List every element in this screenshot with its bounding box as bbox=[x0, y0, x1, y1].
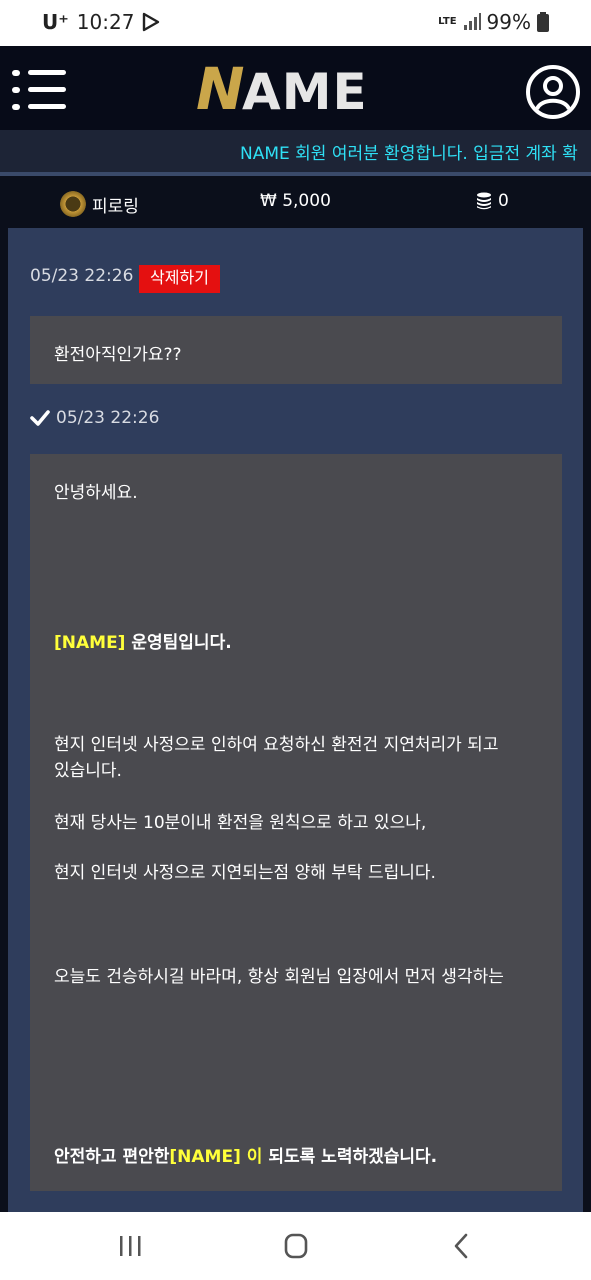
points-label: 0 bbox=[498, 191, 509, 211]
app-header: N AME bbox=[0, 46, 591, 130]
answer-line-4: 현지 인터넷 사정으로 지연되는점 양해 부탁 드립니다. bbox=[54, 863, 436, 883]
user-info-bar: 피로링 ₩ 5,000 0 bbox=[0, 176, 591, 228]
notice-marquee: NAME 회원 여러분 환영합니다. 입금전 계좌 확 bbox=[0, 130, 591, 172]
answer-team-line: [NAME] 운영팀입니다. bbox=[54, 630, 232, 656]
play-store-icon bbox=[143, 12, 160, 32]
battery-label: 99% bbox=[486, 10, 531, 34]
answer-closing: 안전하고 편안한[NAME] 이 되도록 노력하겠습니다. bbox=[54, 1144, 437, 1170]
menu-button[interactable] bbox=[12, 66, 68, 114]
answer-greeting: 안녕하세요. bbox=[54, 483, 138, 503]
lte-icon: LTE bbox=[438, 16, 457, 27]
answer-line-2: 있습니다. bbox=[54, 761, 122, 781]
home-icon[interactable] bbox=[276, 1230, 316, 1262]
question-message: 환전아직인가요?? bbox=[30, 316, 562, 384]
checkmark-icon bbox=[30, 410, 50, 426]
answer-meta: 05/23 22:26 bbox=[30, 408, 159, 428]
logo-letter-n: N bbox=[196, 55, 245, 123]
team-name: [NAME] bbox=[54, 633, 126, 653]
signal-icon bbox=[463, 13, 481, 30]
balance-label: ₩ 5,000 bbox=[260, 191, 331, 211]
user-profile-icon[interactable] bbox=[525, 64, 581, 120]
menu-icon bbox=[12, 70, 68, 76]
logo-text: AME bbox=[242, 63, 368, 121]
status-bar: U⁺ 10:27 LTE 99% bbox=[0, 0, 591, 46]
site-logo[interactable]: N AME bbox=[196, 58, 396, 120]
answer-line-5: 오늘도 건승하시길 바라며, 항상 회원님 입장에서 먼저 생각하는 bbox=[54, 967, 504, 987]
back-icon[interactable] bbox=[442, 1230, 482, 1262]
closing-suffix: 되도록 노력하겠습니다. bbox=[262, 1147, 438, 1167]
delete-button[interactable]: 삭제하기 bbox=[139, 265, 220, 293]
answer-line-1: 현지 인터넷 사정으로 인하여 요청하신 환전건 지연처리가 되고 bbox=[54, 735, 499, 755]
status-left: U⁺ 10:27 bbox=[42, 10, 160, 34]
answer-message: 안녕하세요. [NAME] 운영팀입니다. 현지 인터넷 사정으로 인하여 요청… bbox=[30, 454, 562, 1191]
carrier-label: U⁺ bbox=[42, 10, 69, 34]
closing-name: [NAME] 이 bbox=[169, 1147, 263, 1167]
closing-prefix: 안전하고 편안한 bbox=[54, 1147, 170, 1167]
answer-datetime: 05/23 22:26 bbox=[56, 408, 160, 428]
system-nav-bar bbox=[0, 1212, 591, 1280]
rank-label: 피로링 bbox=[92, 196, 139, 217]
team-suffix: 운영팀입니다. bbox=[125, 633, 232, 653]
recent-apps-icon[interactable] bbox=[110, 1230, 150, 1262]
rank-info: 피로링 bbox=[60, 191, 139, 217]
points-info: 0 bbox=[476, 191, 509, 211]
clock: 10:27 bbox=[76, 10, 135, 34]
question-text: 환전아직인가요?? bbox=[54, 345, 182, 365]
coin-stack-icon bbox=[477, 192, 491, 210]
question-datetime: 05/23 22:26 bbox=[30, 266, 134, 286]
answer-line-3: 현재 당사는 10분이내 환전을 원칙으로 하고 있으나, bbox=[54, 813, 427, 833]
marquee-text: NAME 회원 여러분 환영합니다. 입금전 계좌 확 bbox=[240, 144, 578, 164]
rank-badge-icon bbox=[60, 191, 86, 217]
status-right: LTE 99% bbox=[438, 10, 549, 34]
battery-icon bbox=[537, 12, 549, 32]
balance-info: ₩ 5,000 bbox=[260, 191, 331, 211]
